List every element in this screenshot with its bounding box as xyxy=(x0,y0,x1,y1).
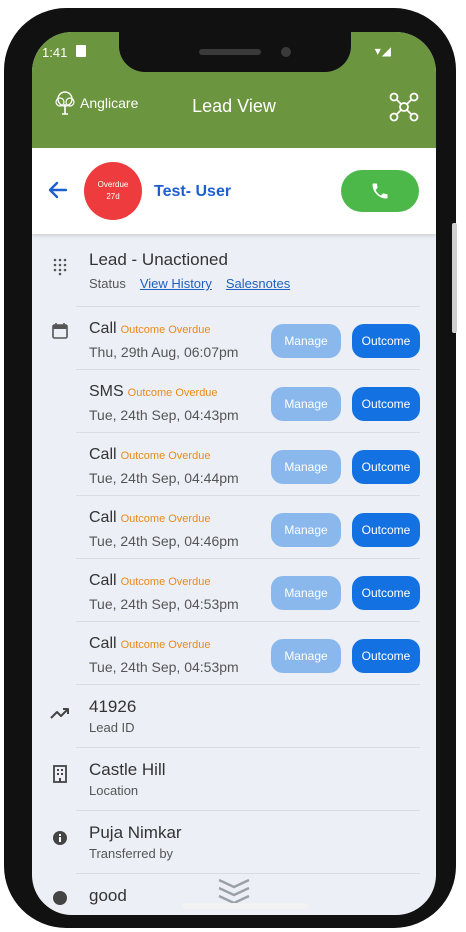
detail-row-location: Castle Hill Location xyxy=(32,748,436,811)
app-screen: 1:41 ▾◢ Anglicare Lead View Overdue 27d … xyxy=(32,32,436,915)
outcome-button[interactable]: Outcome xyxy=(352,639,420,673)
lead-status-links: Status View History Salesnotes xyxy=(89,276,290,291)
activity-datetime: Tue, 24th Sep, 04:53pm xyxy=(89,596,239,612)
activity-datetime: Thu, 29th Aug, 06:07pm xyxy=(89,344,239,360)
activity-row: Call Outcome Overdue Tue, 24th Sep, 04:53… xyxy=(32,559,436,622)
manage-button[interactable]: Manage xyxy=(271,387,341,421)
location-label: Location xyxy=(89,783,139,798)
view-history-link[interactable]: View History xyxy=(140,276,212,291)
manage-button[interactable]: Manage xyxy=(271,576,341,610)
lead-status-title: Lead - Unactioned xyxy=(89,250,228,269)
activity-row: Call Outcome Overdue Tue, 24th Sep, 04:46… xyxy=(32,496,436,559)
info-icon xyxy=(53,831,67,845)
activity-type-text: Call xyxy=(89,635,117,652)
activity-type: Call Outcome Overdue xyxy=(89,509,210,527)
avatar-overdue-text: Overdue xyxy=(97,180,129,189)
lead-id-label: Lead ID xyxy=(89,720,135,735)
user-name: Test- User xyxy=(154,183,232,200)
overdue-avatar: Overdue 27d xyxy=(84,162,142,220)
location-value: Castle Hill xyxy=(89,760,166,779)
side-button xyxy=(452,223,457,333)
manage-button[interactable]: Manage xyxy=(271,639,341,673)
lead-id-value: 41926 xyxy=(89,697,137,716)
dialpad-icon xyxy=(53,258,67,276)
activity-datetime: Tue, 24th Sep, 04:44pm xyxy=(89,470,239,486)
activity-row: Call Outcome Overdue Tue, 24th Sep, 04:44… xyxy=(32,433,436,496)
phone-icon xyxy=(372,183,388,199)
outcome-overdue-badge: Outcome Overdue xyxy=(120,639,211,651)
activity-type: Call Outcome Overdue xyxy=(89,446,210,464)
transferred-by-label: Transferred by xyxy=(89,846,174,861)
building-icon xyxy=(53,765,67,783)
detail-row-lead-id: 41926 Lead ID xyxy=(32,685,436,748)
signal-battery-icon: ▾◢ xyxy=(374,44,392,58)
phone-frame: 1:41 ▾◢ Anglicare Lead View Overdue 27d … xyxy=(4,8,457,928)
outcome-overdue-badge: Outcome Overdue xyxy=(120,450,211,462)
notch xyxy=(119,32,351,72)
outcome-overdue-badge: Outcome Overdue xyxy=(127,387,218,399)
outcome-overdue-badge: Outcome Overdue xyxy=(120,324,211,336)
lead-status-row: Lead - Unactioned Status View History Sale… xyxy=(32,234,436,307)
home-indicator xyxy=(182,903,308,909)
page-title: Lead View xyxy=(192,96,276,116)
transferred-by-value: Puja Nimkar xyxy=(89,823,182,842)
network-icon[interactable] xyxy=(388,91,420,123)
activity-row: Call Outcome Overdue Thu, 29th Aug, 06:07… xyxy=(32,307,436,370)
outcome-button[interactable]: Outcome xyxy=(352,450,420,484)
avatar-days-text: 27d xyxy=(106,192,120,201)
activity-type-text: Call xyxy=(89,446,117,463)
outcome-overdue-badge: Outcome Overdue xyxy=(120,513,211,525)
outcome-button[interactable]: Outcome xyxy=(352,513,420,547)
manage-button[interactable]: Manage xyxy=(271,513,341,547)
activity-row: Call Outcome Overdue Tue, 24th Sep, 04:53… xyxy=(32,622,436,685)
notes-value: good xyxy=(89,886,127,905)
activity-type: Call Outcome Overdue xyxy=(89,635,210,653)
user-bar: Overdue 27d Test- User xyxy=(32,148,436,234)
activity-type: Call Outcome Overdue xyxy=(89,572,210,590)
call-button[interactable] xyxy=(341,170,419,212)
outcome-button[interactable]: Outcome xyxy=(352,387,420,421)
lead-content: Lead - Unactioned Status View History Sale… xyxy=(32,234,436,915)
activity-datetime: Tue, 24th Sep, 04:53pm xyxy=(89,659,239,675)
outcome-button[interactable]: Outcome xyxy=(352,324,420,358)
manage-button[interactable]: Manage xyxy=(271,324,341,358)
salesnotes-link[interactable]: Salesnotes xyxy=(226,276,290,291)
activity-datetime: Tue, 24th Sep, 04:43pm xyxy=(89,407,239,423)
detail-row-transferred-by: Puja Nimkar Transferred by xyxy=(32,811,436,874)
activity-row: SMS Outcome Overdue Tue, 24th Sep, 04:43p… xyxy=(32,370,436,433)
activity-type-text: Call xyxy=(89,572,117,589)
activity-type: SMS Outcome Overdue xyxy=(89,383,218,401)
calendar-icon xyxy=(52,323,68,339)
activity-datetime: Tue, 24th Sep, 04:46pm xyxy=(89,533,239,549)
status-label: Status xyxy=(89,276,126,291)
activity-type: Call Outcome Overdue xyxy=(89,320,210,338)
speaker xyxy=(199,49,261,55)
manage-button[interactable]: Manage xyxy=(271,450,341,484)
activity-type-text: Call xyxy=(89,320,117,337)
outcome-button[interactable]: Outcome xyxy=(352,576,420,610)
front-camera xyxy=(281,47,291,57)
info-icon xyxy=(53,891,67,905)
status-time: 1:41 xyxy=(42,45,68,60)
sim-icon xyxy=(76,45,86,57)
trending-up-icon xyxy=(50,708,69,719)
outcome-overdue-badge: Outcome Overdue xyxy=(120,576,211,588)
activity-type-text: SMS xyxy=(89,383,124,400)
activity-type-text: Call xyxy=(89,509,117,526)
back-arrow-icon[interactable] xyxy=(46,178,70,202)
